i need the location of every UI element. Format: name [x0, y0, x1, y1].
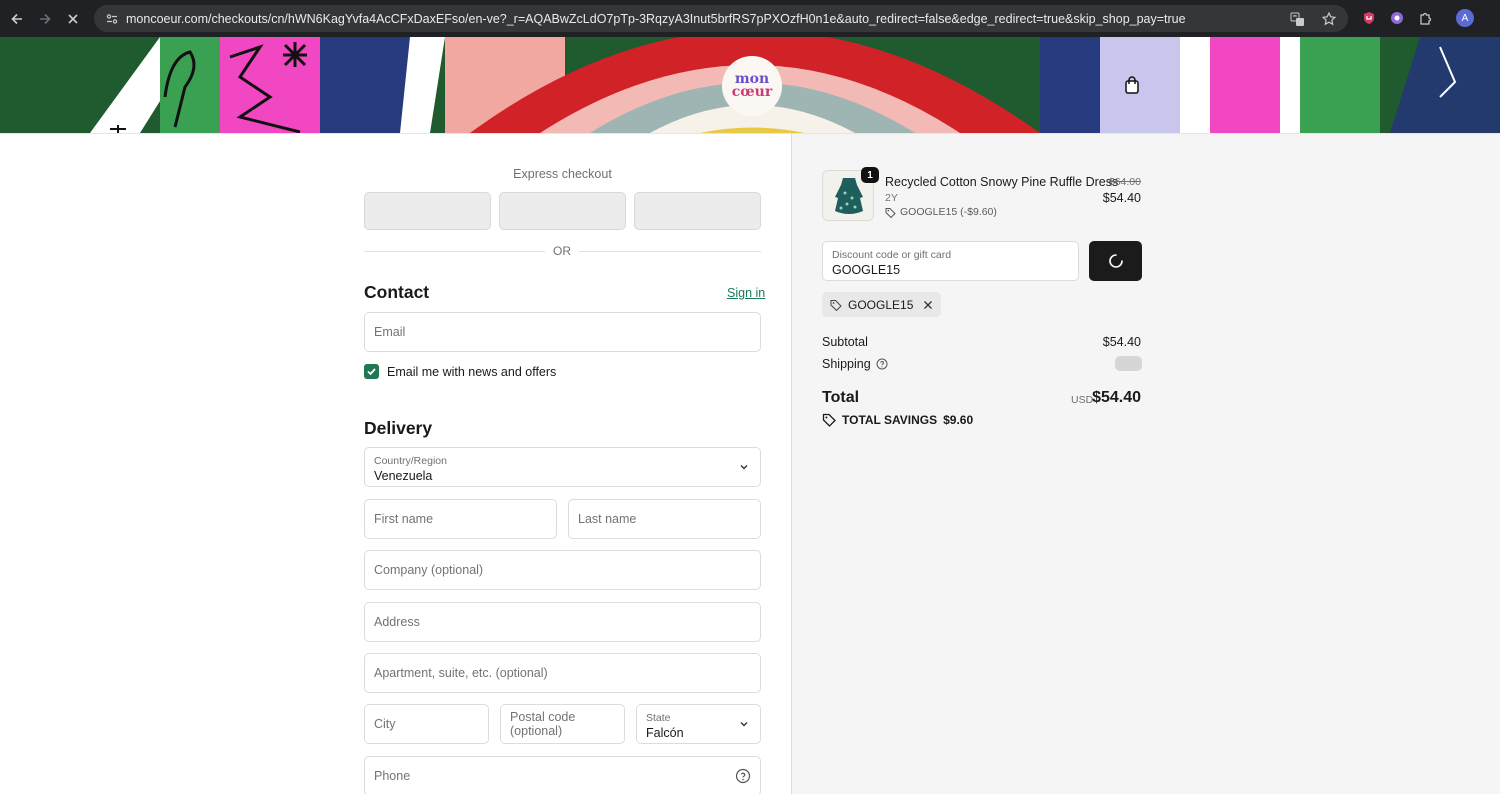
city-placeholder: City	[374, 717, 396, 731]
address-bar[interactable]: moncoeur.com/checkouts/cn/hWN6KagYvfa4Ac…	[94, 5, 1348, 32]
checkmark-icon	[367, 368, 376, 376]
apply-discount-button[interactable]	[1089, 241, 1142, 281]
country-label: Country/Region	[374, 455, 447, 467]
product-variant: 2Y	[885, 192, 898, 204]
tag-icon	[830, 299, 842, 311]
chevron-down-icon	[740, 465, 748, 470]
postal-code-placeholder: Postal code (optional)	[510, 710, 576, 738]
phone-placeholder: Phone	[374, 769, 411, 783]
help-circle-icon[interactable]	[735, 768, 751, 784]
shipping-row-label: Shipping	[822, 357, 888, 371]
profile-avatar[interactable]: A	[1456, 9, 1474, 27]
phone-field[interactable]: Phone	[364, 756, 761, 794]
express-pay-button-1[interactable]	[364, 192, 491, 230]
apartment-field[interactable]: Apartment, suite, etc. (optional)	[364, 653, 761, 693]
shipping-label: Shipping	[822, 357, 871, 371]
company-field[interactable]: Company (optional)	[364, 550, 761, 590]
discount-input-label: Discount code or gift card	[832, 249, 952, 261]
applied-discount-code: GOOGLE15	[848, 297, 914, 312]
country-value: Venezuela	[374, 469, 433, 483]
sign-in-link[interactable]: Sign in	[727, 286, 765, 300]
item-discount: GOOGLE15 (-$9.60)	[885, 206, 997, 218]
discounted-price: $54.40	[1102, 191, 1141, 205]
checkout-form-pane: Express checkout OR Contact Sign in Emai…	[0, 133, 791, 794]
browser-toolbar: moncoeur.com/checkouts/cn/hWN6KagYvfa4Ac…	[0, 0, 1500, 37]
order-summary-pane: 1 Recycled Cotton Snowy Pine Ruffle Dres…	[791, 133, 1500, 794]
logo-text-bottom: cœur	[731, 84, 773, 100]
tag-icon	[822, 413, 836, 427]
shipping-loading-placeholder	[1115, 356, 1142, 371]
newsletter-label: Email me with news and offers	[387, 365, 557, 379]
remove-discount-icon[interactable]	[923, 300, 933, 310]
shopping-bag-icon[interactable]	[1122, 75, 1142, 95]
first-name-placeholder: First name	[374, 512, 434, 526]
chevron-down-icon	[740, 722, 748, 727]
savings-label: TOTAL SAVINGS	[842, 413, 938, 427]
city-field[interactable]: City	[364, 704, 489, 744]
contact-heading: Contact	[364, 282, 430, 302]
site-info-icon[interactable]	[102, 9, 122, 29]
subtotal-label: Subtotal	[822, 335, 868, 349]
url-text[interactable]: moncoeur.com/checkouts/cn/hWN6KagYvfa4Ac…	[126, 12, 1186, 26]
last-name-placeholder: Last name	[578, 512, 637, 526]
help-circle-icon[interactable]	[876, 358, 888, 370]
store-logo[interactable]: mon cœur	[722, 56, 782, 116]
quantity-badge: 1	[861, 167, 879, 183]
delivery-heading: Delivery	[364, 418, 433, 438]
applied-discount-chip: GOOGLE15	[822, 292, 942, 317]
extensions-puzzle-icon[interactable]	[1414, 7, 1436, 29]
apartment-placeholder: Apartment, suite, etc. (optional)	[374, 666, 548, 680]
bookmark-star-icon[interactable]	[1318, 8, 1340, 30]
address-placeholder: Address	[374, 615, 420, 629]
store-header-banner: mon cœur	[0, 37, 1500, 133]
discount-code-input[interactable]: Discount code or gift card GOOGLE15	[822, 241, 1079, 281]
postal-code-field[interactable]: Postal code (optional)	[500, 704, 625, 744]
subtotal-value: $54.40	[1102, 335, 1141, 349]
express-checkout-label: Express checkout	[513, 167, 612, 181]
savings-value: $9.60	[943, 413, 974, 427]
shield-extension-icon[interactable]	[1358, 7, 1380, 29]
item-discount-text: GOOGLE15 (-$9.60)	[900, 206, 997, 218]
email-placeholder: Email	[374, 325, 406, 339]
total-label: Total	[822, 389, 860, 406]
email-field[interactable]: Email	[364, 312, 761, 352]
total-currency: USD	[1071, 394, 1094, 406]
address-field[interactable]: Address	[364, 602, 761, 642]
total-value: $54.40	[1092, 389, 1141, 406]
state-label: State	[646, 712, 671, 724]
product-name: Recycled Cotton Snowy Pine Ruffle Dress	[885, 175, 1119, 189]
company-placeholder: Company (optional)	[374, 563, 484, 577]
newsletter-checkbox[interactable]	[364, 364, 379, 379]
country-select[interactable]: Country/Region Venezuela	[364, 447, 761, 487]
tag-icon	[885, 207, 896, 218]
total-savings: TOTAL SAVINGS $9.60	[822, 413, 973, 427]
or-label: OR	[545, 244, 579, 258]
express-pay-button-3[interactable]	[634, 192, 761, 230]
express-pay-button-2[interactable]	[499, 192, 626, 230]
last-name-field[interactable]: Last name	[568, 499, 761, 539]
discount-input-value: GOOGLE15	[832, 263, 901, 277]
state-select[interactable]: State Falcón	[636, 704, 761, 744]
stop-loading-icon[interactable]	[59, 5, 87, 33]
back-icon[interactable]	[3, 5, 31, 33]
first-name-field[interactable]: First name	[364, 499, 557, 539]
extension-badge-icon[interactable]	[1386, 7, 1408, 29]
loading-spinner-icon	[1108, 254, 1123, 268]
forward-icon[interactable]	[31, 5, 59, 33]
original-price: $64.00	[1108, 176, 1141, 188]
state-value: Falcón	[646, 726, 684, 740]
translate-icon[interactable]	[1286, 8, 1308, 30]
